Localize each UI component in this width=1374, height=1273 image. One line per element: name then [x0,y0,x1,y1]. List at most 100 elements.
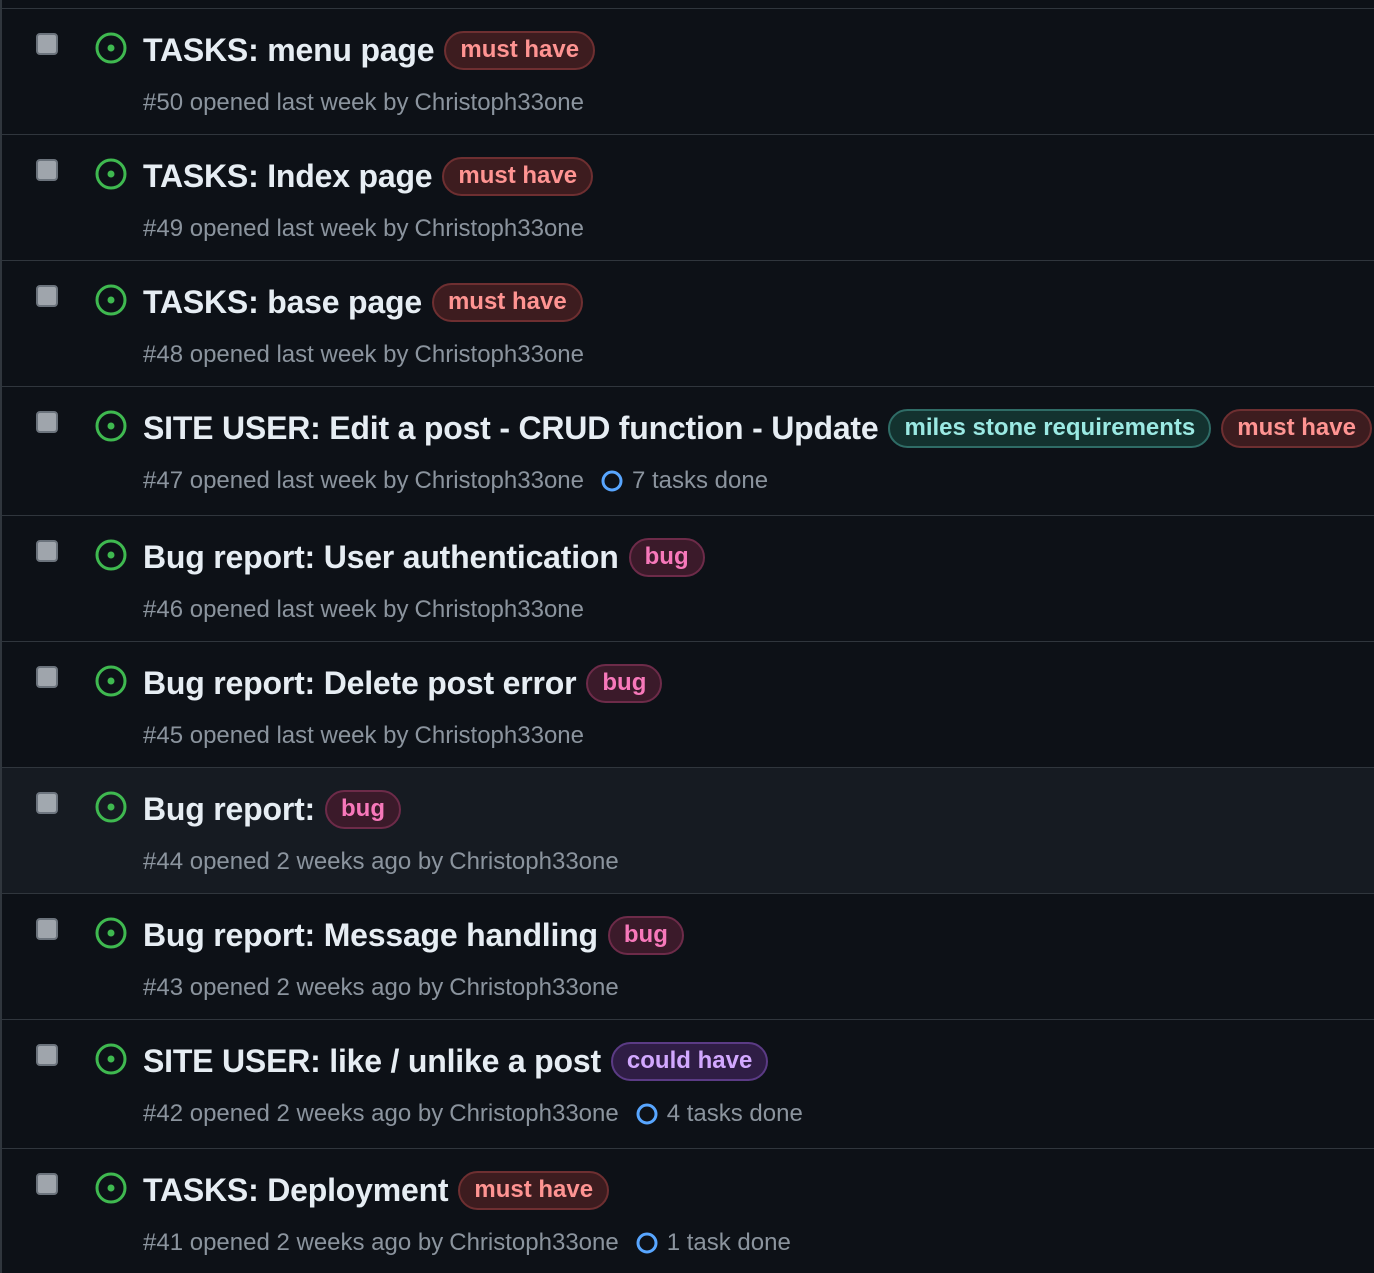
issue-rows: TASKS: menu page must have #50 opened la… [2,9,1374,1273]
issue-title-line: TASKS: base page must have [143,283,583,322]
issue-title-link[interactable]: TASKS: menu page [143,32,435,69]
issue-title-link[interactable]: Bug report: User authentication [143,539,619,576]
label-bug[interactable]: bug [325,790,401,829]
issue-title-link[interactable]: TASKS: base page [143,284,422,321]
issue-select-checkbox[interactable] [36,33,58,55]
issue-title-line: SITE USER: Edit a post - CRUD function -… [143,409,1372,448]
issue-author-link[interactable]: Christoph33one [449,1100,618,1128]
task-progress-ring-icon [636,1103,658,1125]
issue-meta: #44 opened 2 weeks ago by Christoph33one [143,848,619,876]
issue-select-checkbox[interactable] [36,540,58,562]
issue-meta: #47 opened last week by Christoph33one 7… [143,467,768,495]
issue-author-link[interactable]: Christoph33one [415,89,584,117]
issue-meta: #42 opened 2 weeks ago by Christoph33one… [143,1100,803,1128]
label-must-have[interactable]: must have [431,283,583,322]
issue-select-checkbox[interactable] [36,918,58,940]
issue-opened-text: opened last week by [183,467,409,494]
issue-opened-text: opened last week by [183,341,409,368]
issue-open-icon [95,791,127,823]
issue-title-line: Bug report: Delete post error bug [143,664,663,703]
issue-row[interactable]: Bug report: Delete post error bug #45 op… [2,642,1374,768]
issue-title-line: Bug report: bug [143,790,401,829]
issue-row[interactable]: SITE USER: like / unlike a post could ha… [2,1020,1374,1149]
issue-author-link[interactable]: Christoph33one [415,722,584,750]
issue-meta: #45 opened last week by Christoph33one [143,722,584,750]
issue-row[interactable]: Bug report: Message handling bug #43 ope… [2,894,1374,1020]
issue-open-icon [95,1172,127,1204]
issue-title-line: TASKS: Index page must have [143,157,594,196]
issue-number: #50 [143,89,184,116]
issue-title-link[interactable]: SITE USER: Edit a post - CRUD function -… [143,410,879,447]
issue-opened-text: opened 2 weeks ago by [183,848,444,875]
issue-select-checkbox[interactable] [36,159,58,181]
issue-opened-text: opened last week by [183,722,409,749]
issue-select-checkbox[interactable] [36,285,58,307]
label-could-have[interactable]: could have [610,1042,769,1081]
issue-meta: #49 opened last week by Christoph33one [143,215,584,243]
label-bug[interactable]: bug [628,538,705,577]
issue-title-link[interactable]: TASKS: Index page [143,158,433,195]
issue-number: #41 [143,1229,184,1256]
issue-row[interactable]: TASKS: Deployment must have #41 opened 2… [2,1149,1374,1273]
task-progress-text: 7 tasks done [631,467,769,494]
issue-opened-text: opened last week by [183,89,409,116]
issue-row[interactable]: TASKS: menu page must have #50 opened la… [2,9,1374,135]
issue-select-checkbox[interactable] [36,1173,58,1195]
issue-title-line: TASKS: menu page must have [143,31,596,70]
task-progress-ring-icon [601,470,623,492]
issue-select-checkbox[interactable] [36,411,58,433]
list-top-border [2,0,1374,9]
task-progress-text: 4 tasks done [666,1100,803,1127]
issue-title-link[interactable]: Bug report: Message handling [143,917,598,954]
issue-author-link[interactable]: Christoph33one [449,974,618,1002]
issue-open-icon [95,1043,127,1075]
issue-number: #44 [143,848,184,875]
issue-number: #45 [143,722,184,749]
issue-meta: #41 opened 2 weeks ago by Christoph33one… [143,1229,791,1257]
label-must-have[interactable]: must have [1221,409,1372,448]
issue-number: #46 [143,596,184,623]
label-milestone[interactable]: miles stone requirements [888,409,1212,448]
issue-number: #49 [143,215,184,242]
issue-row[interactable]: Bug report: bug #44 opened 2 weeks ago b… [2,768,1374,894]
issue-meta: #46 opened last week by Christoph33one [143,596,584,624]
label-must-have[interactable]: must have [444,31,596,70]
issue-row[interactable]: Bug report: User authentication bug #46 … [2,516,1374,642]
task-progress-text: 1 task done [666,1229,791,1256]
issue-select-checkbox[interactable] [36,666,58,688]
issue-opened-text: opened 2 weeks ago by [183,974,444,1001]
issue-title-link[interactable]: TASKS: Deployment [143,1172,449,1209]
issue-title-line: Bug report: User authentication bug [143,538,705,577]
issue-author-link[interactable]: Christoph33one [415,467,584,495]
issue-author-link[interactable]: Christoph33one [449,848,618,876]
issue-row[interactable]: TASKS: base page must have #48 opened la… [2,261,1374,387]
issue-author-link[interactable]: Christoph33one [415,596,584,624]
issue-open-icon [95,917,127,949]
issue-list: TASKS: menu page must have #50 opened la… [0,0,1374,1273]
issue-opened-text: opened 2 weeks ago by [183,1229,444,1256]
issue-number: #42 [143,1100,184,1127]
issue-title-link[interactable]: SITE USER: like / unlike a post [143,1043,601,1080]
issue-row[interactable]: SITE USER: Edit a post - CRUD function -… [2,387,1374,516]
label-must-have[interactable]: must have [458,1171,610,1210]
issue-row[interactable]: TASKS: Index page must have #49 opened l… [2,135,1374,261]
issue-select-checkbox[interactable] [36,1044,58,1066]
issue-title-link[interactable]: Bug report: [143,791,315,828]
issue-number: #48 [143,341,184,368]
label-must-have[interactable]: must have [442,157,594,196]
issue-author-link[interactable]: Christoph33one [449,1229,618,1257]
issue-title-link[interactable]: Bug report: Delete post error [143,665,577,702]
issue-open-icon [95,665,127,697]
issue-select-checkbox[interactable] [36,792,58,814]
label-bug[interactable]: bug [586,664,663,703]
issue-title-line: SITE USER: like / unlike a post could ha… [143,1042,769,1081]
issue-meta: #50 opened last week by Christoph33one [143,89,584,117]
issue-opened-text: opened 2 weeks ago by [183,1100,444,1127]
task-progress-ring-icon [636,1232,658,1254]
issue-open-icon [95,539,127,571]
issue-author-link[interactable]: Christoph33one [415,215,584,243]
issue-opened-text: opened last week by [183,215,409,242]
task-progress: 7 tasks done [600,467,768,495]
label-bug[interactable]: bug [607,916,684,955]
issue-author-link[interactable]: Christoph33one [415,341,584,369]
